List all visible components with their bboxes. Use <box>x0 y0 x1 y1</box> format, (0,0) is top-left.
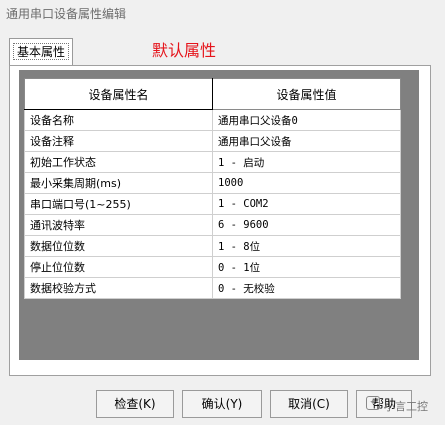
table-row[interactable]: 数据校验方式 0 - 无校验 <box>24 277 401 299</box>
table-row[interactable]: 设备注释 通用串口父设备 <box>24 130 401 152</box>
table-row[interactable]: 串口端口号(1~255) 1 - COM2 <box>24 193 401 215</box>
table-row[interactable]: 通讯波特率 6 - 9600 <box>24 214 401 236</box>
cancel-button[interactable]: 取消(C) <box>270 390 348 418</box>
property-value[interactable]: 1000 <box>212 172 401 194</box>
tab-focus-outline <box>13 43 69 60</box>
property-name: 设备名称 <box>24 109 213 131</box>
property-value[interactable]: 1 - 8位 <box>212 235 401 257</box>
property-name: 数据位位数 <box>24 235 213 257</box>
property-value[interactable]: 0 - 无校验 <box>212 277 401 299</box>
column-header-name: 设备属性名 <box>24 78 213 110</box>
property-name: 数据校验方式 <box>24 277 213 299</box>
property-name: 停止位位数 <box>24 256 213 278</box>
column-header-value: 设备属性值 <box>212 78 401 110</box>
ok-button[interactable]: 确认(Y) <box>182 390 262 418</box>
property-name: 设备注释 <box>24 130 213 152</box>
property-value[interactable]: 通用串口父设备 <box>212 130 401 152</box>
property-value[interactable]: 通用串口父设备0 <box>212 109 401 131</box>
properties-grid: 设备属性名 设备属性值 设备名称 通用串口父设备0 设备注释 通用串口父设备 初… <box>24 78 401 299</box>
property-value[interactable]: 0 - 1位 <box>212 256 401 278</box>
property-value[interactable]: 1 - COM2 <box>212 193 401 215</box>
window-title: 通用串口设备属性编辑 <box>6 7 127 21</box>
grid-header-row: 设备属性名 设备属性值 <box>24 78 401 110</box>
property-name: 通讯波特率 <box>24 214 213 236</box>
table-row[interactable]: 最小采集周期(ms) 1000 <box>24 172 401 194</box>
property-value[interactable]: 1 - 启动 <box>212 151 401 173</box>
property-name: 初始工作状态 <box>24 151 213 173</box>
watermark-icon: ✦ <box>366 396 380 410</box>
property-name: 串口端口号(1~255) <box>24 193 213 215</box>
table-row[interactable]: 设备名称 通用串口父设备0 <box>24 109 401 131</box>
table-row[interactable]: 数据位位数 1 - 8位 <box>24 235 401 257</box>
property-name: 最小采集周期(ms) <box>24 172 213 194</box>
tab-heading: 默认属性 <box>152 41 217 60</box>
table-row[interactable]: 停止位位数 0 - 1位 <box>24 256 401 278</box>
table-row[interactable]: 初始工作状态 1 - 启动 <box>24 151 401 173</box>
property-value[interactable]: 6 - 9600 <box>212 214 401 236</box>
check-button[interactable]: 检查(K) <box>96 390 174 418</box>
watermark-text: 小言工控 <box>384 400 428 413</box>
